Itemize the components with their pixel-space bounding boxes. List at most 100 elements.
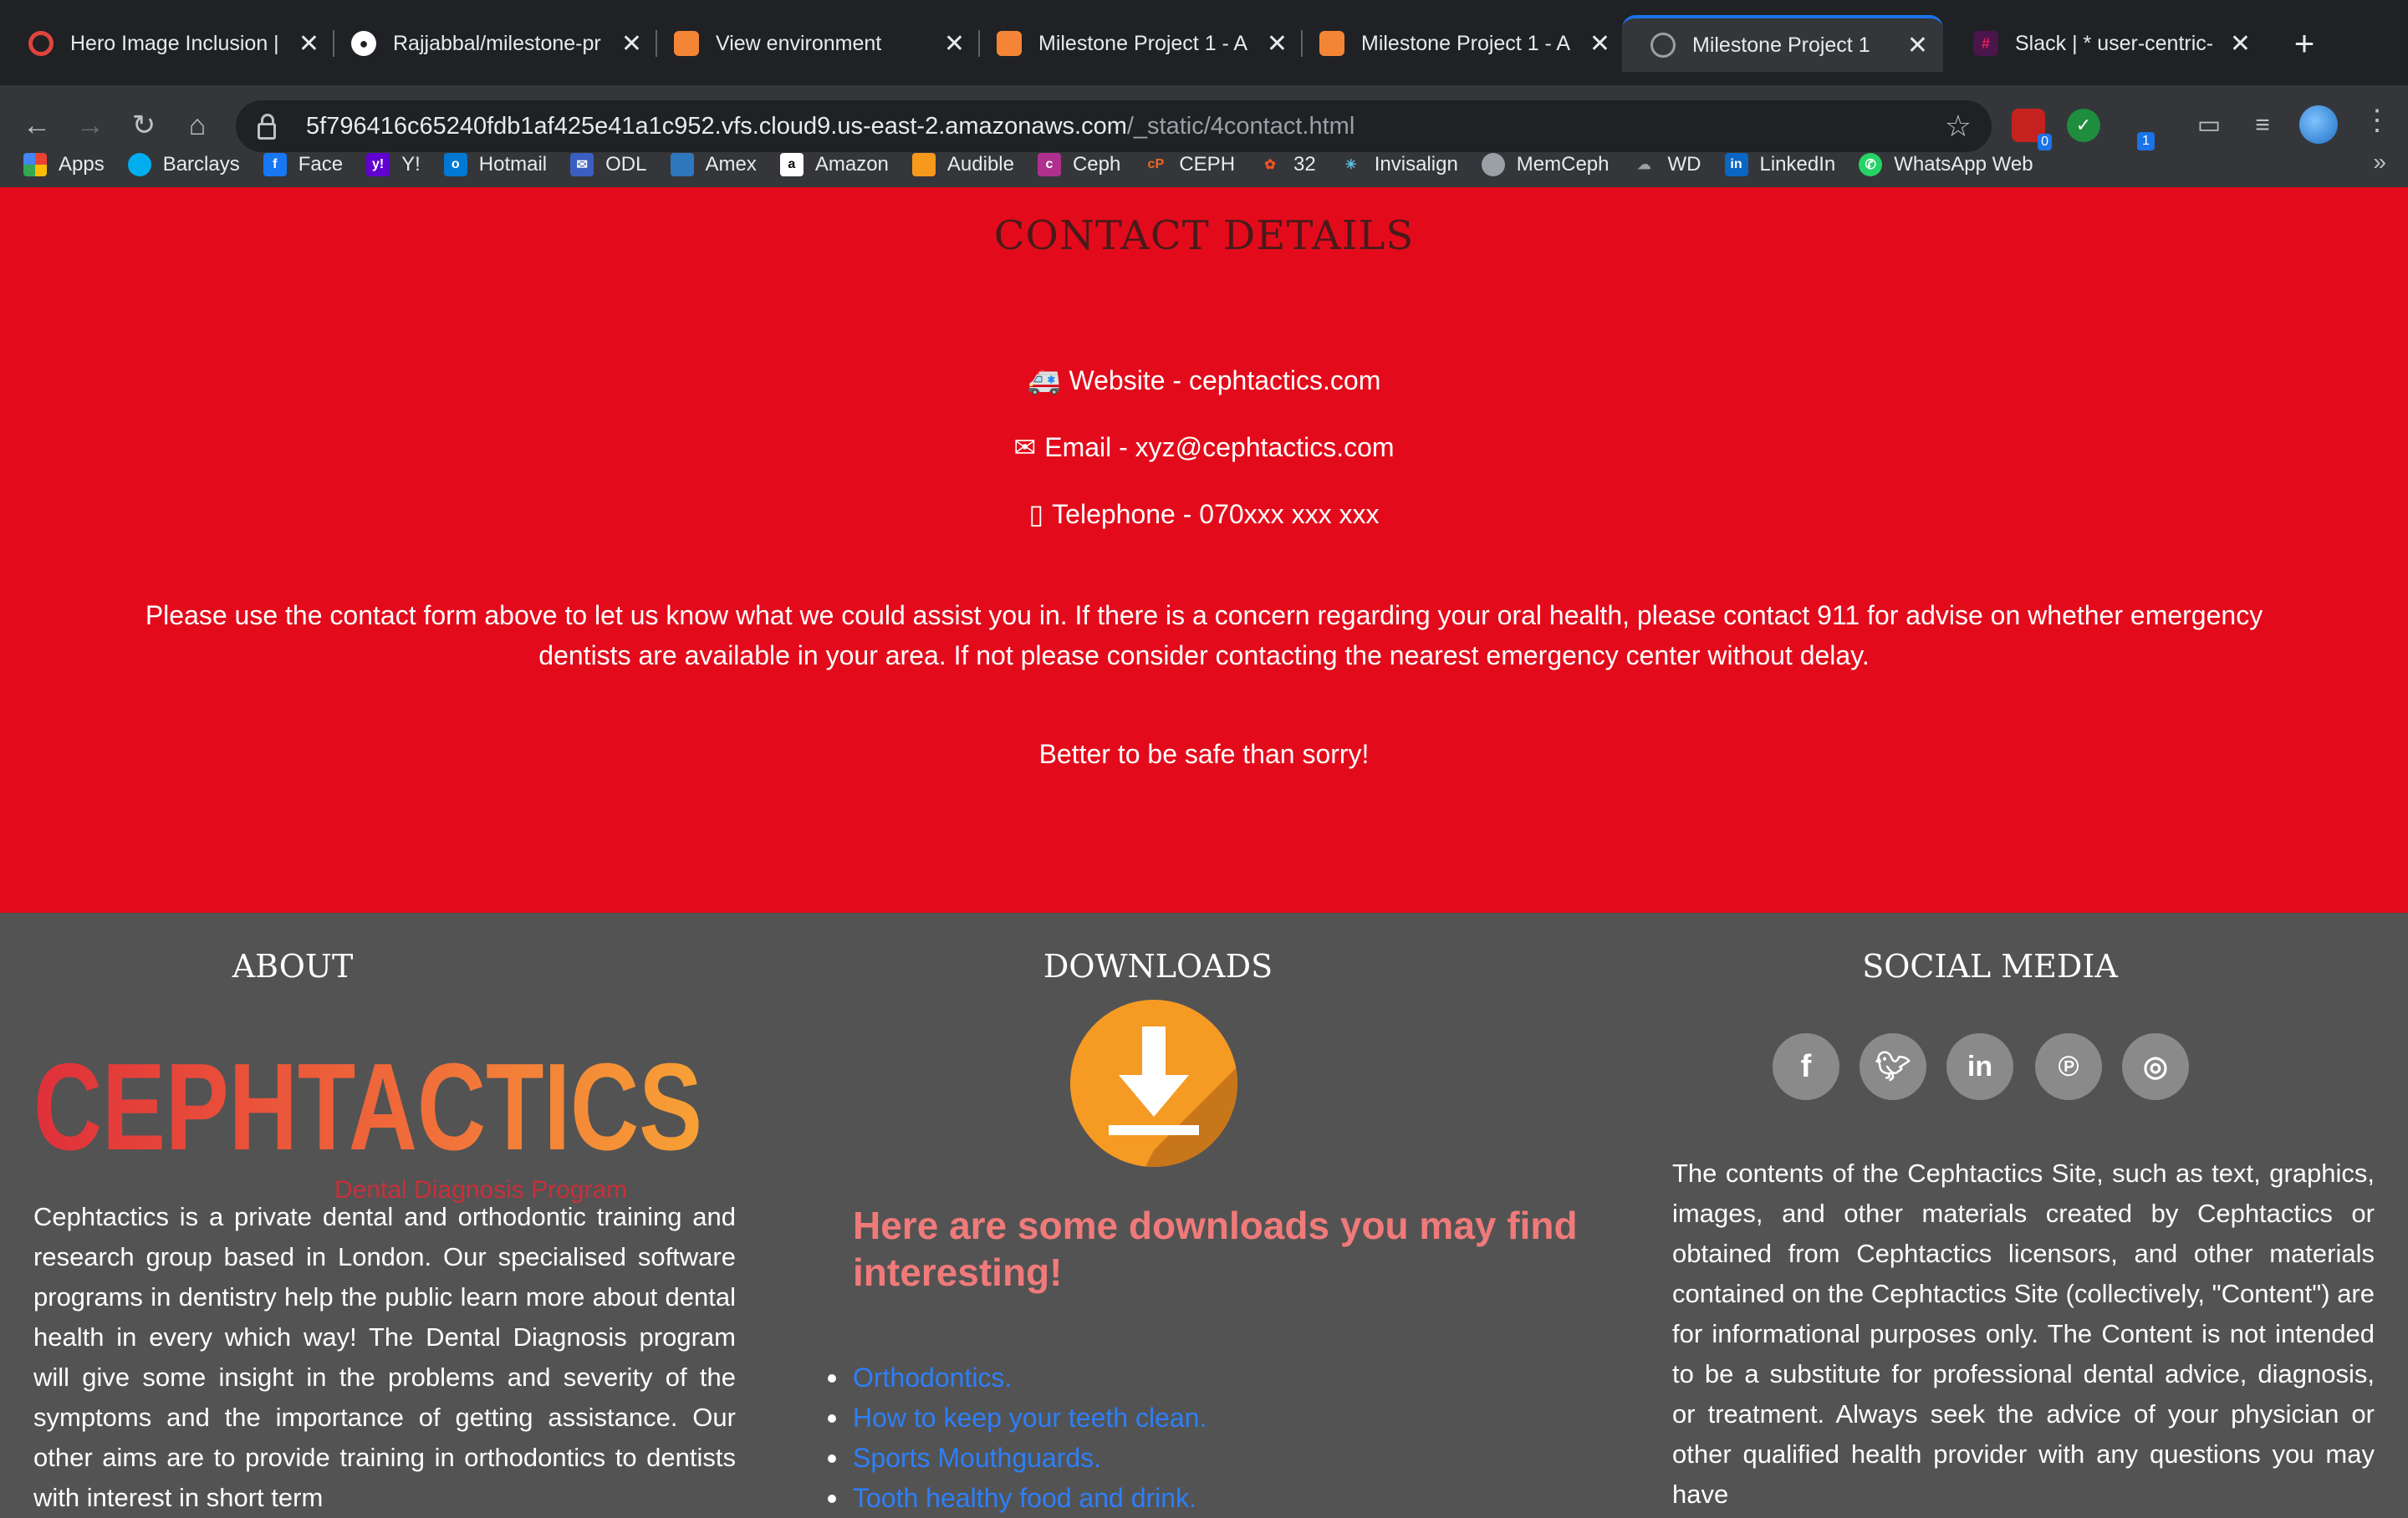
close-icon[interactable]: ✕ bbox=[621, 29, 642, 59]
outlook-icon: o bbox=[443, 153, 467, 176]
downloads-heading: DOWNLOADS bbox=[1043, 948, 1273, 985]
linkedin-icon[interactable]: in bbox=[1946, 1033, 2013, 1100]
close-icon[interactable]: ✕ bbox=[1267, 29, 1288, 59]
bookmark-star-icon[interactable]: ☆ bbox=[1945, 109, 1972, 144]
new-tab-button[interactable]: + bbox=[2283, 22, 2326, 65]
logo-wordmark: CEPHTACTICS bbox=[33, 1038, 702, 1176]
safe-message: Better to be safe than sorry! bbox=[1038, 739, 1370, 769]
downloads-list: Orthodontics. How to keep your teeth cle… bbox=[827, 1358, 1207, 1518]
invisalign-icon: ✳ bbox=[1345, 158, 1357, 172]
bookmark-label: WD bbox=[1667, 153, 1701, 176]
about-text: Cephtactics is a private dental and orth… bbox=[33, 1202, 736, 1512]
browser-tab[interactable]: Milestone Project 1 - A ✕ bbox=[968, 15, 1303, 72]
aws-cloud9-icon bbox=[1319, 31, 1344, 56]
downloads-intro: Here are some downloads you may find int… bbox=[853, 1204, 1578, 1294]
bookmark-label: Audible bbox=[946, 153, 1014, 176]
bookmark-odl[interactable]: ✉ ODL bbox=[570, 153, 647, 176]
bookmark-linkedin[interactable]: in LinkedIn bbox=[1724, 153, 1836, 176]
bookmark-label: ODL bbox=[605, 153, 647, 176]
dots-icon: ✿ bbox=[1264, 158, 1276, 172]
bookmark-label: 32 bbox=[1293, 153, 1316, 176]
tab-title: Milestone Project 1 bbox=[1692, 33, 1870, 57]
download-link[interactable]: Tooth healthy food and drink. bbox=[827, 1478, 1207, 1518]
footer: ABOUT CEPHTACTICS Dental Diagnosis Progr… bbox=[0, 913, 2408, 1513]
cast-icon[interactable]: ▭ bbox=[2192, 109, 2226, 142]
url-host: 5f796416c65240fdb1af425e41a1c952.vfs.clo… bbox=[306, 112, 1127, 140]
facebook-icon: f bbox=[263, 153, 287, 176]
browser-tab[interactable]: ● Rajjabbal/milestone-pr ✕ bbox=[323, 15, 657, 72]
bookmark-label: Face bbox=[298, 153, 344, 176]
aws-cloud9-icon bbox=[674, 31, 699, 56]
browser-tab[interactable]: View environment ✕ bbox=[645, 15, 980, 72]
telephone-text: Telephone - 070xxx xxx xxx bbox=[1052, 499, 1380, 529]
linkedin-icon: in bbox=[1724, 153, 1748, 176]
yahoo-icon: y! bbox=[366, 153, 390, 176]
website-text: Website - cephtactics.com bbox=[1069, 365, 1381, 395]
bookmark-whatsapp[interactable]: ✆ WhatsApp Web bbox=[1859, 153, 2033, 176]
bookmark-hotmail[interactable]: o Hotmail bbox=[443, 153, 548, 176]
bookmark-invisalign[interactable]: ✳ Invisalign bbox=[1339, 153, 1458, 176]
email-text: Email - xyz@cephtactics.com bbox=[1044, 432, 1395, 462]
more-menu-icon[interactable]: ⋮ bbox=[2363, 104, 2391, 137]
amex-icon bbox=[670, 153, 694, 176]
bookmark-ceph-2[interactable]: cP CEPH bbox=[1144, 153, 1235, 176]
tab-title: Rajjabbal/milestone-pr bbox=[393, 31, 601, 55]
lock-icon bbox=[258, 114, 276, 140]
download-icon[interactable] bbox=[1070, 1000, 1237, 1167]
amazon-icon: a bbox=[779, 153, 804, 176]
extension-icon[interactable]: 1 bbox=[2137, 109, 2171, 150]
bookmark-amex[interactable]: Amex bbox=[670, 153, 757, 176]
bookmark-label: Ceph bbox=[1072, 153, 1121, 176]
close-icon[interactable]: ✕ bbox=[2230, 29, 2251, 59]
facebook-icon[interactable]: f bbox=[1773, 1033, 1839, 1100]
media-control-icon[interactable]: ≡ bbox=[2246, 109, 2279, 142]
home-icon[interactable]: ⌂ bbox=[176, 104, 219, 147]
bookmark-label: LinkedIn bbox=[1759, 153, 1836, 176]
browser-tab[interactable]: Hero Image Inclusion | ✕ bbox=[0, 15, 334, 72]
pinterest-icon[interactable]: ℗ bbox=[2035, 1033, 2102, 1100]
globe-icon bbox=[1481, 153, 1505, 176]
close-icon[interactable]: ✕ bbox=[1589, 29, 1610, 59]
download-link[interactable]: How to keep your teeth clean. bbox=[827, 1398, 1207, 1438]
bookmark-apps[interactable]: Apps bbox=[23, 153, 105, 176]
tab-title: Milestone Project 1 - A bbox=[1361, 31, 1571, 55]
telephone-line: ▯ Telephone - 070xxx xxx xxx bbox=[0, 498, 2408, 530]
apps-grid-icon bbox=[23, 153, 47, 176]
close-icon[interactable]: ✕ bbox=[298, 29, 319, 59]
bookmark-face[interactable]: f Face bbox=[263, 153, 343, 176]
browser-tab[interactable]: Milestone Project 1 - A ✕ bbox=[1291, 15, 1625, 72]
back-arrow-icon[interactable]: ← bbox=[15, 104, 59, 147]
download-link[interactable]: Orthodontics. bbox=[827, 1358, 1207, 1398]
bookmark-audible[interactable]: Audible bbox=[911, 153, 1014, 176]
twitter-icon[interactable]: 🐦︎ bbox=[1860, 1033, 1926, 1100]
envelope-icon: ✉ bbox=[1013, 432, 1037, 462]
audible-icon bbox=[911, 153, 936, 176]
bookmark-wd[interactable]: ☁ WD bbox=[1633, 153, 1701, 176]
browser-tab-active[interactable]: Milestone Project 1 ✕ bbox=[1622, 15, 1943, 72]
lastpass-extension-icon[interactable]: 0 bbox=[2012, 109, 2052, 150]
bookmark-32[interactable]: ✿ 32 bbox=[1258, 153, 1316, 176]
instagram-icon[interactable]: ◎ bbox=[2122, 1033, 2189, 1100]
close-icon[interactable]: ✕ bbox=[1907, 31, 1928, 60]
profile-avatar[interactable] bbox=[2299, 105, 2338, 144]
bookmark-amazon[interactable]: a Amazon bbox=[779, 153, 889, 176]
bookmarks-overflow-icon[interactable]: » bbox=[2373, 149, 2386, 176]
check-extension-icon[interactable]: ✓ bbox=[2067, 109, 2100, 142]
bookmark-label: Amazon bbox=[814, 153, 889, 176]
contact-paragraph: Please use the contact form above to let… bbox=[145, 600, 2263, 670]
reload-icon[interactable]: ↻ bbox=[122, 104, 166, 147]
forward-arrow-icon[interactable]: → bbox=[69, 104, 112, 147]
download-link[interactable]: Sports Mouthguards. bbox=[827, 1438, 1207, 1478]
bookmark-barclays[interactable]: Barclays bbox=[127, 153, 240, 176]
bookmark-memceph[interactable]: MemCeph bbox=[1481, 153, 1610, 176]
close-icon[interactable]: ✕ bbox=[944, 29, 965, 59]
mobile-phone-icon: ▯ bbox=[1028, 499, 1044, 529]
barclays-icon bbox=[127, 153, 151, 176]
bookmark-label: Hotmail bbox=[478, 153, 548, 176]
url-path: /_static/4contact.html bbox=[1126, 112, 1355, 140]
browser-tab[interactable]: # Slack | * user-centric- ✕ bbox=[1945, 15, 2266, 72]
bookmark-ceph[interactable]: c Ceph bbox=[1037, 153, 1121, 176]
page-title: CONTACT DETAILS bbox=[993, 212, 1415, 259]
bookmark-label: Apps bbox=[59, 153, 105, 176]
bookmark-yahoo[interactable]: y! Y! bbox=[366, 153, 421, 176]
